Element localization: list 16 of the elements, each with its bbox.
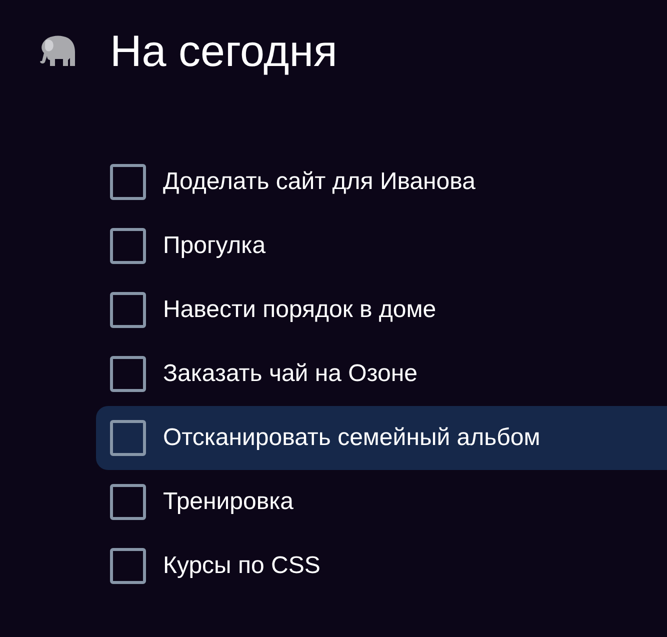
checkbox[interactable] — [110, 356, 146, 392]
checkbox[interactable] — [110, 228, 146, 264]
task-label: Доделать сайт для Иванова — [163, 170, 476, 194]
checkbox[interactable] — [110, 484, 146, 520]
checkbox[interactable] — [110, 548, 146, 584]
task-label: Прогулка — [163, 234, 266, 258]
checkbox[interactable] — [110, 292, 146, 328]
task-label: Отсканировать семейный альбом — [163, 426, 540, 450]
checkbox[interactable] — [110, 420, 146, 456]
task-label: Тренировка — [163, 490, 294, 514]
page-title: На сегодня — [110, 30, 338, 74]
task-row-highlighted[interactable]: Отсканировать семейный альбом — [96, 406, 667, 470]
checkbox[interactable] — [110, 164, 146, 200]
task-label: Курсы по CSS — [163, 554, 320, 578]
task-label: Навести порядок в доме — [163, 298, 436, 322]
task-label: Заказать чай на Озоне — [163, 362, 418, 386]
